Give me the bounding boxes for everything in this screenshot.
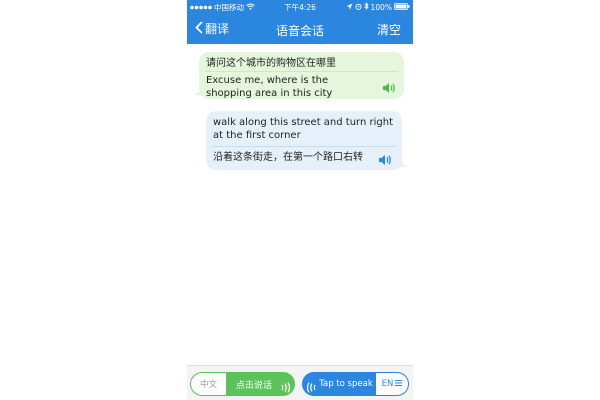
battery-icon <box>394 2 410 12</box>
message-bubble-cn: 请问这个城市的购物区在哪里 Excuse me, where is the sh… <box>194 52 404 99</box>
english-speak-label: Tap to speak <box>319 379 373 389</box>
alarm-icon <box>354 3 362 12</box>
message-bubble-en: walk along this street and turn right at… <box>206 111 408 170</box>
carrier-name: 中国移动 <box>214 2 244 12</box>
bubble-divider <box>212 146 396 147</box>
english-speak-button[interactable]: Tap to speak EN <box>302 372 409 396</box>
speaker-icon[interactable] <box>382 79 396 98</box>
battery-percent: 100% <box>370 2 392 12</box>
wifi-icon <box>246 3 255 12</box>
bluetooth-icon <box>363 2 369 12</box>
menu-icon <box>395 379 403 389</box>
signal-dots-icon <box>190 3 212 12</box>
status-bar: 中国移动 下午4:26 100% <box>187 0 413 14</box>
status-time: 下午4:26 <box>284 2 316 12</box>
chinese-speak-button[interactable]: 中文 点击说话 <box>190 372 295 396</box>
bottom-toolbar: 中文 点击说话 Tap to speak EN <box>187 365 413 400</box>
english-language-selector[interactable]: EN <box>376 373 408 395</box>
speaker-icon[interactable] <box>378 151 392 170</box>
sound-wave-icon <box>306 378 317 395</box>
chinese-language-selector[interactable]: 中文 <box>191 373 226 395</box>
message-source-text: 请问这个城市的购物区在哪里 <box>206 58 336 69</box>
message-translation-text: Excuse me, where is the shopping area in… <box>206 75 333 99</box>
nav-bar: 翻译 语音会话 清空 <box>187 14 413 44</box>
chinese-speak-label: 点击说话 <box>235 380 272 391</box>
message-source-text: walk along this street and turn right at… <box>213 117 393 141</box>
location-icon <box>346 3 353 12</box>
message-translation-text: 沿着这条街走，在第一个路口右转 <box>213 152 363 163</box>
bubble-divider <box>205 71 398 72</box>
phone-screen: 中国移动 下午4:26 100% 翻译 语音会话 清空 请问这个城市的购物区在哪… <box>187 0 413 400</box>
language-code: EN <box>381 379 394 389</box>
status-left: 中国移动 <box>190 2 255 13</box>
sound-wave-icon <box>280 378 291 395</box>
status-right: 100% <box>346 2 410 12</box>
clear-button[interactable]: 清空 <box>377 21 401 38</box>
